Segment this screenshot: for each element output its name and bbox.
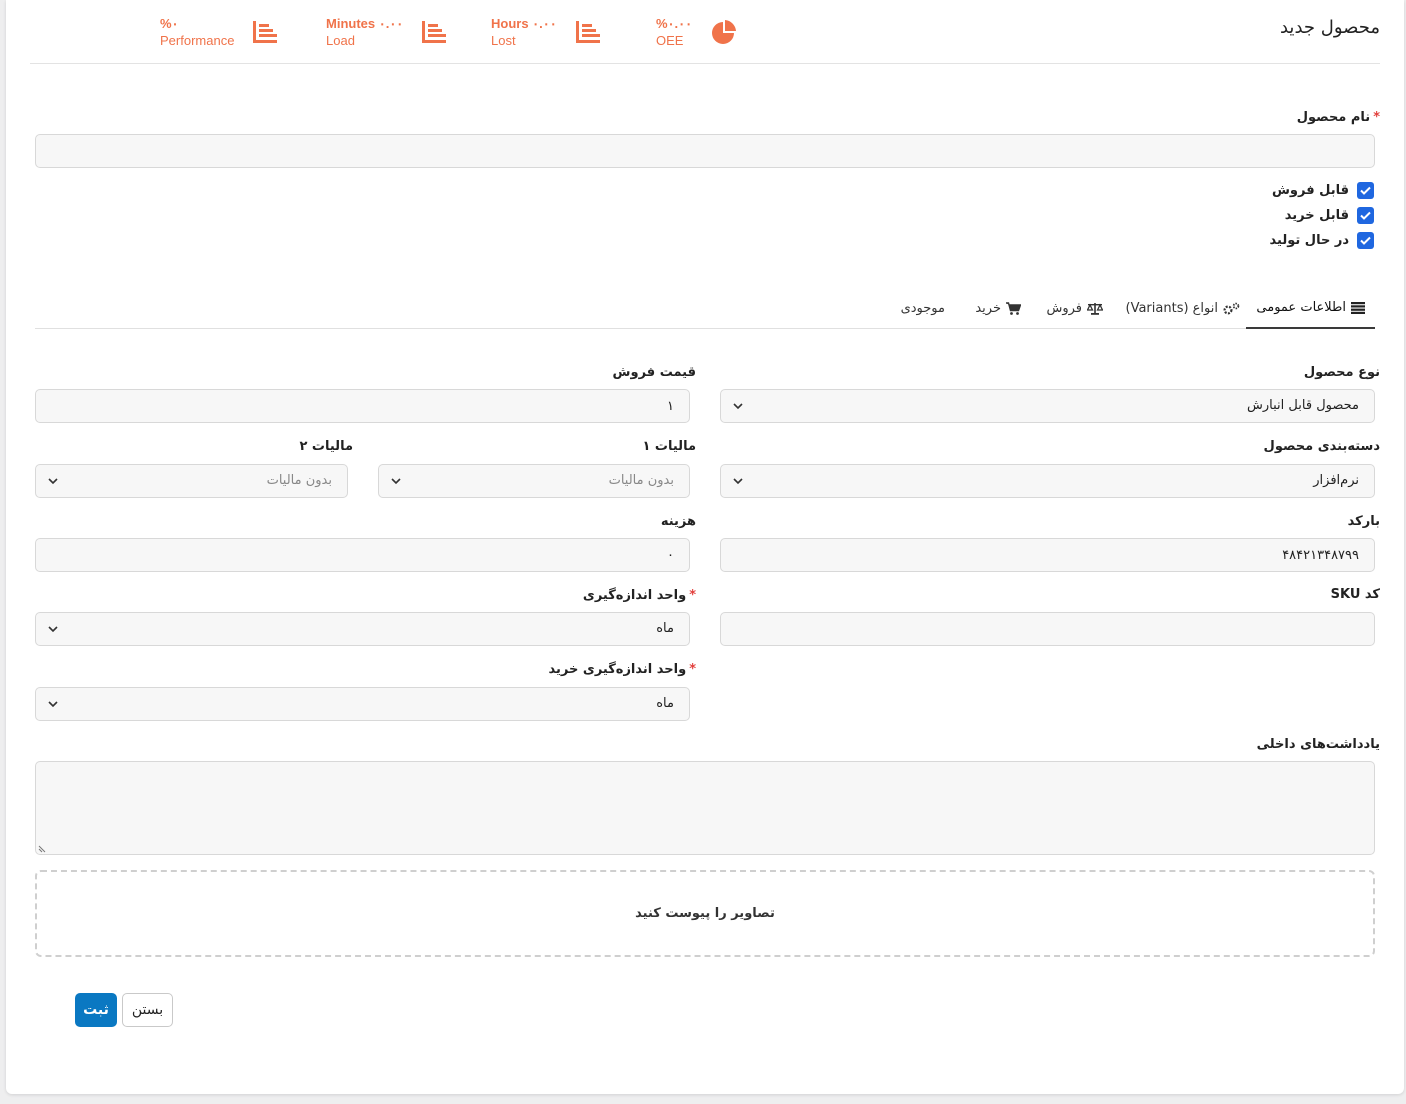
sale-price-label: قیمت فروش [612, 365, 696, 380]
purchase-uom-label: *واحد اندازه‌گیری خرید [548, 662, 696, 677]
tax2-select[interactable]: بدون مالیات [35, 464, 348, 498]
stat-oee[interactable]: %۰.۰۰ OEE [656, 15, 738, 49]
stat-lost[interactable]: Hours ۰.۰۰ Lost [491, 15, 601, 49]
stat-label: Performance [160, 33, 235, 48]
cost-input[interactable] [35, 538, 690, 572]
product-form-card: محصول جدید %۰.۰۰ OEE Hours ۰.۰۰ Lost Min… [6, 0, 1404, 1094]
stat-value: %۰ [160, 16, 179, 31]
stat-label: Lost [491, 33, 516, 48]
checkbox-label: قابل فروش [1271, 183, 1349, 198]
checkbox-checked[interactable] [1357, 232, 1374, 249]
category-label: دسته‌بندی محصول [1263, 439, 1380, 454]
sku-label: کد SKU [1330, 587, 1380, 602]
bar-chart-icon [575, 21, 600, 43]
checkbox-can-be-purchased[interactable]: قابل خرید [1285, 207, 1374, 224]
stat-label: OEE [656, 33, 684, 48]
tab-bar: اطلاعات عمومی انواع (Variants) فروش خرید… [35, 288, 1375, 329]
stat-label: Load [326, 33, 355, 48]
check-icon [1360, 211, 1371, 220]
sale-price-input[interactable] [35, 389, 690, 423]
tab-inventory[interactable]: موجودی [901, 288, 945, 329]
uom-select[interactable]: ماه [35, 612, 690, 646]
gears-icon [1223, 302, 1240, 315]
category-select[interactable]: نرم‌افزار [720, 464, 1375, 498]
checkbox-checked[interactable] [1357, 182, 1374, 199]
tab-variants[interactable]: انواع (Variants) [1126, 288, 1241, 329]
check-icon [1360, 186, 1371, 195]
chevron-down-icon [733, 478, 743, 485]
checkbox-in-production[interactable]: در حال تولید [1270, 232, 1374, 249]
tax2-label: مالیات ۲ [299, 439, 353, 454]
tax1-select[interactable]: بدون مالیات [378, 464, 690, 498]
uom-label: *واحد اندازه‌گیری [582, 588, 696, 603]
product-name-input[interactable] [35, 134, 1375, 168]
cost-label: هزینه [660, 514, 696, 529]
barcode-input[interactable] [720, 538, 1375, 572]
image-dropzone[interactable]: تصاویر را پیوست کنید [35, 870, 1375, 957]
barcode-label: بارکد [1347, 514, 1380, 529]
product-name-label: *نام محصول [1296, 110, 1380, 125]
pie-chart-icon [712, 20, 737, 44]
scale-icon [1087, 303, 1103, 315]
internal-notes-textarea[interactable] [35, 761, 1375, 855]
chevron-down-icon [733, 403, 743, 410]
list-icon [1351, 301, 1365, 314]
sku-input[interactable] [720, 612, 1375, 646]
checkbox-label: در حال تولید [1269, 233, 1349, 248]
stat-value: Hours ۰.۰۰ [491, 16, 557, 31]
stat-performance[interactable]: %۰ Performance [160, 15, 278, 49]
checkbox-can-be-sold[interactable]: قابل فروش [1272, 182, 1374, 199]
chevron-down-icon [391, 478, 401, 485]
resize-handle-icon[interactable] [38, 845, 46, 853]
page-title: محصول جدید [1279, 17, 1380, 38]
chevron-down-icon [48, 626, 58, 633]
cart-icon [1006, 302, 1021, 315]
checkbox-label: قابل خرید [1284, 208, 1349, 223]
product-type-select[interactable]: محصول قابل انبارش [720, 389, 1375, 423]
checkbox-checked[interactable] [1357, 207, 1374, 224]
stat-load[interactable]: Minutes ۰.۰۰ Load [326, 15, 447, 49]
tab-purchase[interactable]: خرید [975, 288, 1021, 329]
bar-chart-icon [253, 21, 278, 43]
purchase-uom-select[interactable]: ماه [35, 687, 690, 721]
tab-sales[interactable]: فروش [1046, 288, 1103, 329]
submit-button[interactable]: ثبت [75, 993, 117, 1027]
check-icon [1360, 236, 1371, 245]
bar-chart-icon [422, 21, 447, 43]
product-type-label: نوع محصول [1303, 365, 1380, 380]
header-bar: محصول جدید %۰.۰۰ OEE Hours ۰.۰۰ Lost Min… [30, 0, 1380, 64]
tax1-label: مالیات ۱ [642, 439, 696, 454]
internal-notes-label: یادداشت‌های داخلی [1256, 737, 1380, 752]
close-button[interactable]: بستن [122, 993, 173, 1027]
stat-value: Minutes ۰.۰۰ [326, 16, 404, 31]
stat-value: %۰.۰۰ [656, 16, 693, 31]
chevron-down-icon [48, 478, 58, 485]
tab-general-info[interactable]: اطلاعات عمومی [1246, 288, 1375, 329]
chevron-down-icon [48, 701, 58, 708]
